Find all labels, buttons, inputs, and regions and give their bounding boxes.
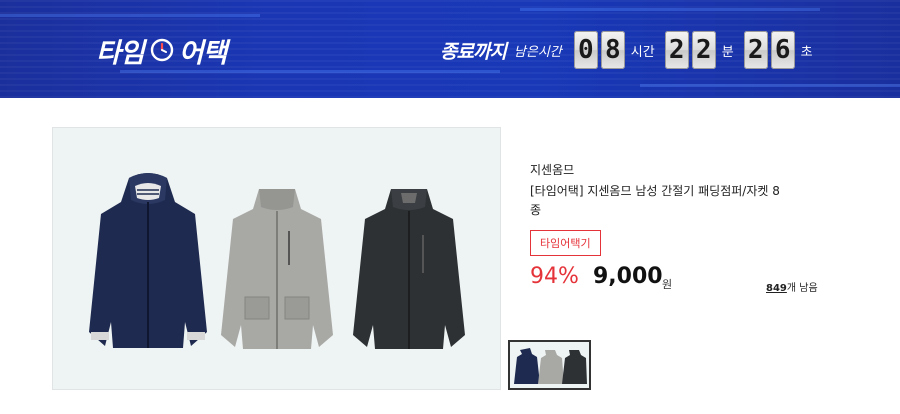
clock-icon (150, 38, 173, 62)
timeattack-tag: 타임어택기 (530, 230, 601, 256)
hours-digit: 0 (573, 31, 598, 69)
logo-text-right: 어택 (178, 37, 228, 69)
price-currency: 원 (662, 278, 673, 291)
minutes-digit: 2 (691, 31, 716, 69)
navy-jacket-image (89, 173, 207, 348)
stock-remaining: 849개 남음 (766, 279, 818, 294)
timeattack-banner: 타임 어택 종료까지 남은시간 0 8 시간 2 2 분 2 6 초 (0, 0, 900, 98)
seconds-digit: 2 (743, 31, 768, 69)
seconds-digit: 6 (770, 31, 795, 69)
logo-text-left: 타임 (96, 37, 145, 69)
seconds-unit: 초 (800, 44, 813, 60)
minutes-digit: 2 (664, 31, 689, 69)
gray-jacket-image (221, 189, 333, 349)
banner-streak (120, 70, 500, 73)
product-brand[interactable]: 지센옴므 (530, 161, 574, 178)
timeattack-logo[interactable]: 타임 어택 (96, 32, 228, 69)
product-thumbnail[interactable] (508, 340, 591, 390)
hours-digit: 8 (600, 31, 625, 69)
product-title[interactable]: [타임어택] 지센옴므 남성 간절기 패딩점퍼/자켓 8종 (530, 182, 790, 220)
countdown-subtitle: 남은시간 (513, 44, 562, 60)
countdown-timer: 종료까지 남은시간 0 8 시간 2 2 분 2 6 초 (440, 30, 823, 70)
banner-streak (520, 8, 820, 11)
minutes-unit: 분 (721, 44, 734, 60)
banner-streak (640, 84, 900, 87)
discount-rate: 94% (530, 264, 579, 289)
thumbnail-jackets-image (510, 342, 589, 388)
hours-unit: 시간 (630, 44, 655, 60)
sale-price: 9,000 (593, 264, 663, 289)
stock-count: 849 (766, 283, 787, 294)
countdown-title: 종료까지 (440, 40, 507, 63)
product-image[interactable] (52, 127, 501, 390)
stock-suffix: 개 남음 (786, 283, 818, 294)
banner-streak (0, 14, 260, 17)
black-jacket-image (353, 189, 465, 349)
